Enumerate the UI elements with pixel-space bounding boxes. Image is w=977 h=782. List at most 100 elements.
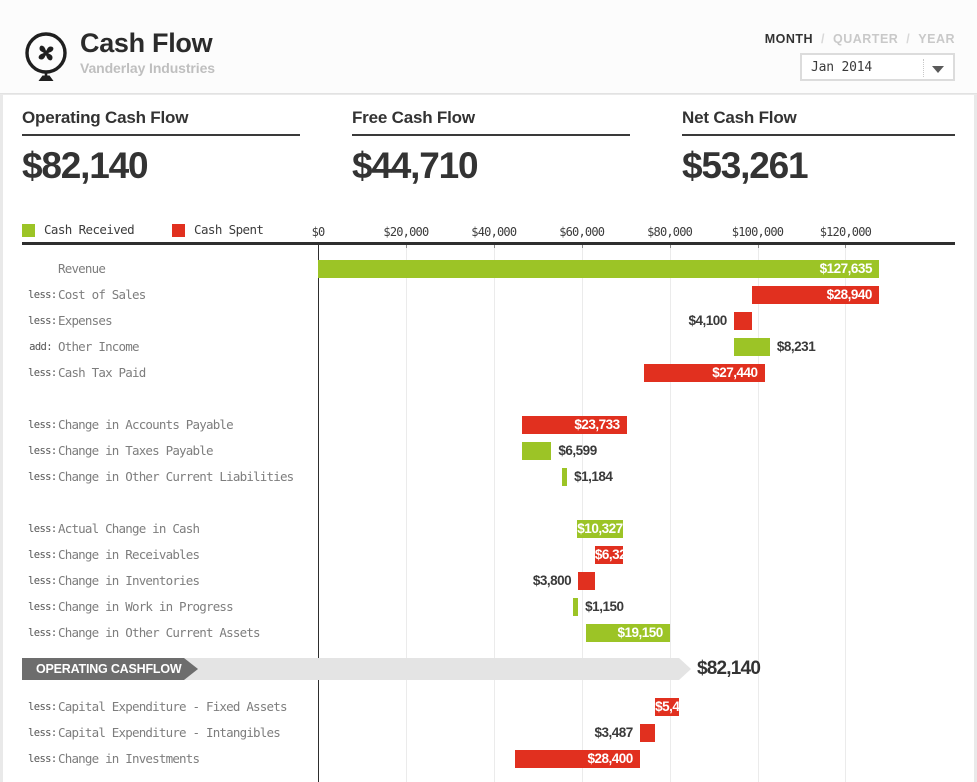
bar-value-label: $4,100: [0, 312, 727, 330]
bar-value-label: $6,599: [558, 442, 596, 460]
row-label: Cash Tax Paid: [58, 365, 145, 380]
bar-value-label: $5,443: [655, 698, 679, 716]
axis-tick-label: $80,000: [647, 225, 692, 239]
period-option-month[interactable]: MONTH: [765, 32, 813, 46]
waterfall-bar-spent[interactable]: [578, 572, 595, 590]
legend-item-cash-spent[interactable]: Cash Spent: [172, 222, 263, 238]
kpi-label: Net Cash Flow: [682, 108, 955, 134]
row-label: Change in Other Current Liabilities: [58, 469, 293, 484]
cash-flow-dashboard: Cash Flow Vanderlay Industries MONTH / Q…: [0, 0, 977, 782]
waterfall-bar-received[interactable]: [573, 598, 578, 616]
axis-tick-label: $60,000: [559, 225, 604, 239]
legend-label: Cash Received: [44, 222, 134, 237]
period-granularity-switch[interactable]: MONTH / QUARTER / YEAR: [765, 32, 955, 46]
row-operator-prefix: less:: [28, 445, 52, 457]
axis-tick-label: $20,000: [383, 225, 428, 239]
chart-row[interactable]: less:Change in Inventories$3,800: [0, 568, 977, 594]
period-select-value: Jan 2014: [811, 60, 872, 75]
kpi-label: Free Cash Flow: [352, 108, 630, 134]
chart-row[interactable]: less: Change in Investments $28,400: [0, 746, 977, 772]
bar-value-label: $28,400: [515, 750, 640, 768]
row-label: Change in Other Current Assets: [58, 625, 260, 640]
chart-row[interactable]: less: Cash Tax Paid $27,440: [0, 360, 977, 386]
legend-swatch: [22, 224, 35, 237]
fan-propeller-icon: [20, 31, 72, 83]
kpi-net-cash-flow: Net Cash Flow $53,261: [682, 108, 955, 186]
waterfall-bar-received[interactable]: [734, 338, 770, 356]
title-block: Cash Flow Vanderlay Industries: [80, 28, 215, 77]
row-label: Change in Work in Progress: [58, 599, 233, 614]
row-operator-prefix: less:: [28, 601, 52, 613]
chart-row[interactable]: less:Change in Receivables$6,325: [0, 542, 977, 568]
period-select-divider: [923, 59, 924, 77]
legend-item-cash-received[interactable]: Cash Received: [22, 222, 134, 238]
chart-row[interactable]: less: Change in Taxes Payable $6,599: [0, 438, 977, 464]
chart-row[interactable]: less:Expenses$4,100: [0, 308, 977, 334]
legend-label: Cash Spent: [194, 222, 263, 237]
chart-row[interactable]: less:Capital Expenditure - Intangibles$3…: [0, 720, 977, 746]
period-separator-2: /: [902, 32, 914, 46]
bar-value-label: $10,327: [577, 520, 622, 538]
header-bar: Cash Flow Vanderlay Industries MONTH / Q…: [0, 0, 977, 94]
row-label: Revenue: [58, 261, 105, 276]
row-label: Change in Investments: [58, 751, 199, 766]
chevron-down-icon[interactable]: [932, 66, 944, 73]
bar-value-label: $28,940: [752, 286, 879, 304]
bar-value-label: $6,325: [595, 546, 623, 564]
row-label: Capital Expenditure - Fixed Assets: [58, 699, 287, 714]
summary-tag-label: OPERATING CASHFLOW: [36, 658, 181, 680]
axis-tick-label: $120,000: [820, 225, 871, 239]
waterfall-bar-received[interactable]: [522, 442, 551, 460]
summary-track-tip: [679, 658, 691, 680]
waterfall-bar-spent[interactable]: [640, 724, 655, 742]
chart-row[interactable]: Revenue $127,635: [0, 256, 977, 282]
kpi-free-cash-flow: Free Cash Flow $44,710: [352, 108, 630, 186]
kpi-operating-cash-flow: Operating Cash Flow $82,140: [22, 108, 300, 186]
chart-row[interactable]: less: Capital Expenditure - Fixed Assets $…: [0, 694, 977, 720]
bar-value-label: $19,150: [586, 624, 670, 642]
chart-row[interactable]: less:Cost of Sales$28,940: [0, 282, 977, 308]
bar-value-label: $1,184: [574, 468, 612, 486]
period-option-quarter[interactable]: QUARTER: [833, 32, 898, 46]
bar-value-label: $3,487: [0, 724, 633, 742]
row-operator-prefix: less:: [28, 753, 52, 765]
row-label: Change in Accounts Payable: [58, 417, 233, 432]
bar-value-label: $127,635: [318, 260, 879, 278]
axis-tick-label: $100,000: [732, 225, 783, 239]
page-title: Cash Flow: [80, 28, 215, 58]
chart-row[interactable]: less:Actual Change in Cash$10,327: [0, 516, 977, 542]
period-select-dropdown[interactable]: Jan 2014: [800, 53, 955, 81]
waterfall-chart-plot: Revenue $127,635 less:Cost of Sales$28,940…: [0, 248, 977, 782]
axis-baseline: [22, 242, 955, 245]
chart-row[interactable]: less: Change in Accounts Payable $23,733: [0, 412, 977, 438]
bar-value-label: $23,733: [522, 416, 626, 434]
header-divider: [0, 93, 977, 95]
row-label: Other Income: [58, 339, 139, 354]
period-separator-1: /: [817, 32, 829, 46]
kpi-underline: [22, 134, 300, 136]
row-label: Change in Taxes Payable: [58, 443, 213, 458]
waterfall-bar-received[interactable]: [562, 468, 567, 486]
chart-row[interactable]: less: Change in Other Current Assets $19,1…: [0, 620, 977, 646]
chart-row[interactable]: less:Change in Work in Progress$1,150: [0, 594, 977, 620]
row-label: Actual Change in Cash: [58, 521, 199, 536]
axis-tick-label: $0: [312, 225, 325, 239]
row-operator-prefix: less:: [28, 289, 52, 301]
row-operator-prefix: less:: [28, 471, 52, 483]
company-subtitle: Vanderlay Industries: [80, 59, 215, 77]
kpi-underline: [682, 134, 955, 136]
kpi-value: $44,710: [352, 146, 630, 186]
row-operator-prefix: less:: [28, 701, 52, 713]
row-operator-prefix: less:: [28, 367, 52, 379]
row-operator-prefix: less:: [28, 627, 52, 639]
bar-value-label: $27,440: [644, 364, 765, 382]
bar-value-label: $8,231: [777, 338, 815, 356]
summary-tag-tip: [184, 658, 198, 680]
period-option-year[interactable]: YEAR: [918, 32, 955, 46]
chart-row[interactable]: add:Other Income$8,231: [0, 334, 977, 360]
summary-value: $82,140: [697, 657, 760, 681]
kpi-label: Operating Cash Flow: [22, 108, 300, 134]
chart-row[interactable]: less: Change in Other Current Liabilities…: [0, 464, 977, 490]
row-operator-prefix: less:: [28, 419, 52, 431]
waterfall-bar-spent[interactable]: [734, 312, 752, 330]
